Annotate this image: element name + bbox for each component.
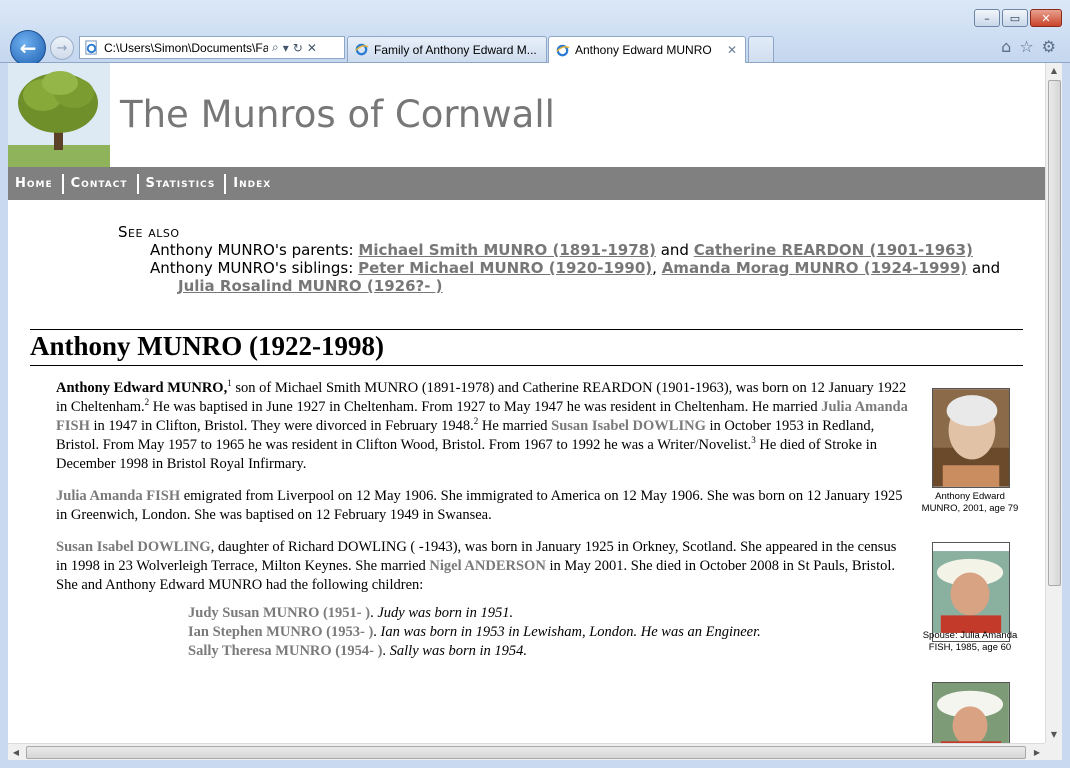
siblings-row: Anthony MUNRO's siblings: Peter Michael … [150,259,1000,277]
main-menu: Home Contact Statistics Index [8,167,1045,200]
bio-text: He was baptised in June 1927 in Cheltenh… [149,399,822,415]
see-also-heading: See also [118,223,180,241]
list-item: Sally Theresa MUNRO (1954- ). Sally was … [188,642,761,661]
maximize-button[interactable]: ▭ [1002,9,1028,27]
site-title: The Munros of Cornwall [120,93,555,136]
close-icon: ✕ [1041,11,1051,25]
bio-text: He married [478,418,552,434]
spouse1-paragraph: Julia Amanda FISH emigrated from Liverpo… [56,487,908,525]
new-tab-button[interactable] [748,36,774,62]
child-note: Ian was born in 1953 in Lewisham, London… [380,624,761,640]
ie-tab-icon [556,44,570,56]
scroll-thumb[interactable] [1048,80,1061,586]
photo-caption: Anthony Edward MUNRO, 2001, age 79 [921,491,1019,514]
see-also-section: See also Anthony MUNRO's parents: Michae… [118,223,1000,295]
spouse-link[interactable]: Susan Isabel DOWLING [551,418,706,434]
sibling-link[interactable]: Amanda Morag MUNRO (1924-1999) [662,259,967,277]
spouse-name[interactable]: Susan Isabel DOWLING [56,539,211,555]
scroll-right-icon[interactable]: ▶ [1029,744,1045,761]
window-controls: – ▭ ✕ [974,9,1062,27]
period: . [370,605,374,621]
person-name: Anthony Edward MUNRO, [56,380,228,396]
maximize-icon: ▭ [1009,11,1021,25]
page-viewport: The Munros of Cornwall Home Contact Stat… [8,63,1045,743]
parents-row: Anthony MUNRO's parents: Michael Smith M… [150,241,1000,259]
toolbar-icons: ⌂ ☆ ⚙ [1001,37,1056,57]
child-note: Judy was born in 1951. [377,605,514,621]
scroll-down-icon[interactable]: ▼ [1046,727,1062,743]
close-window-button[interactable]: ✕ [1030,9,1062,27]
search-icon[interactable]: ⌕ [272,40,279,55]
photo-caption: Spouse: Julia Amanda FISH, 1985, age 60 [922,630,1018,653]
stop-icon[interactable]: ✕ [307,41,317,55]
tab-anthony[interactable]: Anthony Edward MUNRO ✕ [548,36,746,63]
biography-paragraph: Anthony Edward MUNRO,1 son of Michael Sm… [56,379,908,474]
portrait-photo[interactable] [932,388,1010,488]
divider-top [30,329,1023,330]
parents-prefix: Anthony MUNRO's parents: [150,241,354,259]
spouse2-paragraph: Susan Isabel DOWLING, daughter of Richar… [56,538,908,595]
list-item: Ian Stephen MUNRO (1953- ). Ian was born… [188,623,761,642]
child-link[interactable]: Ian Stephen MUNRO (1953- ) [188,624,373,640]
back-button[interactable]: ← [10,30,46,66]
tree-logo[interactable] [8,63,110,167]
and-text: and [660,241,689,259]
tab-family[interactable]: Family of Anthony Edward M... [347,36,547,62]
arrow-right-icon: → [56,40,68,56]
menu-home[interactable]: Home [8,173,64,194]
siblings-row-cont: Julia Rosalind MUNRO (1926?- ) [178,277,1000,295]
tab-label: Anthony Edward MUNRO [575,43,712,57]
period: . [382,643,387,659]
ie-page-icon [85,40,97,55]
ie-tab-icon [355,43,369,56]
address-bar[interactable]: C:\Users\Simon\Documents\Fa ⌕ ▾ ↻ ✕ [79,36,345,59]
divider-bottom [30,365,1023,366]
spouse-photo-2[interactable] [932,682,1010,743]
scroll-up-icon[interactable]: ▲ [1046,63,1062,79]
vertical-scrollbar[interactable]: ▲ ▼ [1045,63,1062,743]
child-link[interactable]: Sally Theresa MUNRO (1954- ) [188,643,382,659]
minimize-icon: – [984,11,990,25]
child-note: Sally was born in 1954. [389,643,528,659]
and-text: and [971,259,1001,277]
spouse-text: emigrated from Liverpool on 12 May 1906.… [56,488,903,523]
child-link[interactable]: Judy Susan MUNRO (1951- ) [188,605,370,621]
sibling-link[interactable]: Julia Rosalind MUNRO (1926?- ) [178,277,443,295]
home-icon[interactable]: ⌂ [1001,37,1011,57]
children-list: Judy Susan MUNRO (1951- ). Judy was born… [188,604,761,661]
browser-chrome: – ▭ ✕ ← → C:\Users\Simon\Documents\Fa ⌕ … [0,0,1070,66]
menu-statistics[interactable]: Statistics [139,173,227,194]
spouse-photo[interactable] [932,542,1010,642]
scroll-left-icon[interactable]: ◀ [8,744,24,761]
father-link[interactable]: Michael Smith MUNRO (1891-1978) [358,241,656,259]
minimize-button[interactable]: – [974,9,1000,27]
comma-text: , [652,259,657,277]
chevron-down-icon[interactable]: ▾ [283,41,289,55]
menu-contact[interactable]: Contact [64,173,139,194]
spouse-name[interactable]: Julia Amanda FISH [56,488,180,504]
period: . [373,624,377,640]
scroll-thumb[interactable] [26,746,1026,759]
sibling-link[interactable]: Peter Michael MUNRO (1920-1990) [358,259,652,277]
star-icon[interactable]: ☆ [1019,37,1033,57]
mother-link[interactable]: Catherine REARDON (1901-1963) [694,241,973,259]
address-url[interactable]: C:\Users\Simon\Documents\Fa [104,41,268,55]
siblings-prefix: Anthony MUNRO's siblings: [150,259,354,277]
horizontal-scrollbar[interactable]: ◀ ▶ [8,743,1045,760]
bio-text: in 1947 in Clifton, Bristol. They were d… [89,418,474,434]
forward-button[interactable]: → [50,36,74,60]
scroll-corner [1045,743,1062,760]
site-header: The Munros of Cornwall [8,63,1045,167]
partner-link[interactable]: Nigel ANDERSON [429,558,545,574]
menu-index[interactable]: Index [226,174,280,194]
tab-label: Family of Anthony Edward M... [374,42,537,57]
gear-icon[interactable]: ⚙ [1042,37,1056,57]
person-heading: Anthony MUNRO (1922-1998) [30,331,384,361]
close-tab-icon[interactable]: ✕ [727,43,737,57]
refresh-icon[interactable]: ↻ [293,41,303,55]
arrow-left-icon: ← [19,36,37,60]
list-item: Judy Susan MUNRO (1951- ). Judy was born… [188,604,761,623]
